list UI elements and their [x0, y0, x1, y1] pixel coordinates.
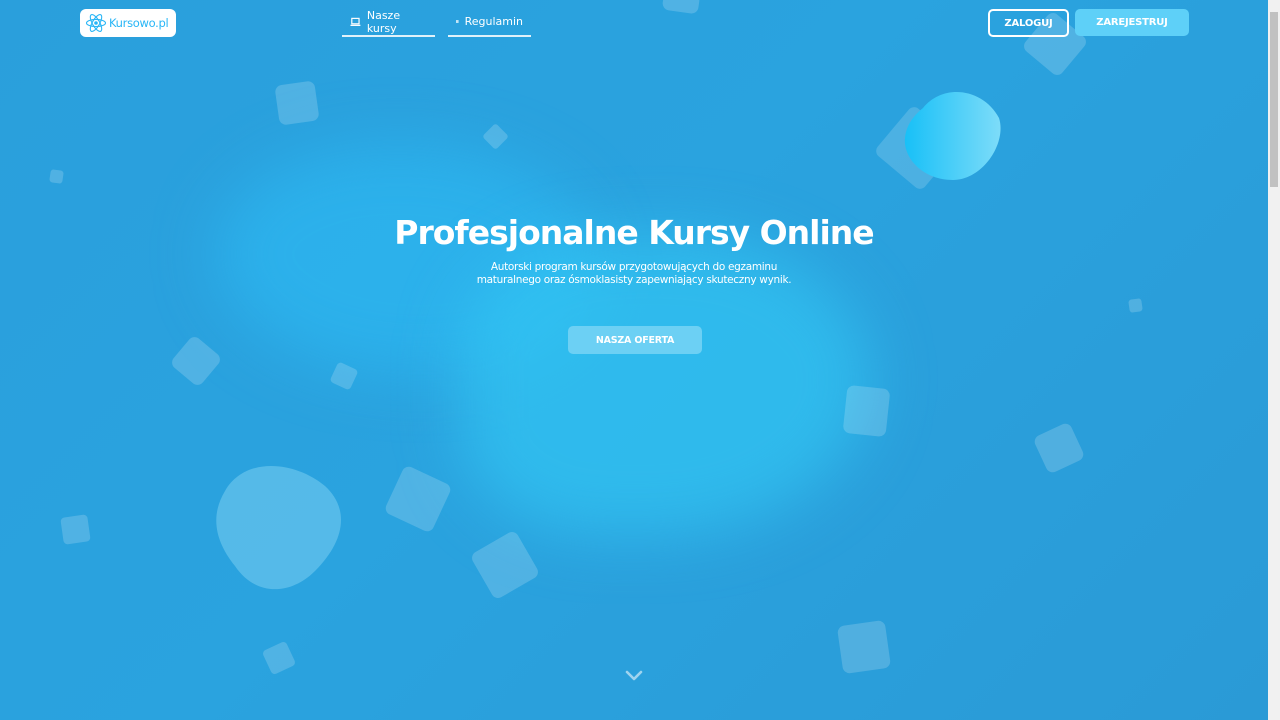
hero-title: Profesjonalne Kursy Online — [394, 213, 874, 252]
chevron-down-icon[interactable] — [624, 668, 644, 684]
nav-link-courses[interactable]: Nasze kursy — [342, 8, 435, 37]
login-button[interactable]: ZALOGUJ — [988, 9, 1069, 37]
decorative-square — [1032, 421, 1086, 475]
decorative-blob — [904, 91, 1001, 180]
page-scrollbar[interactable] — [1268, 0, 1280, 720]
decorative-square — [60, 514, 91, 545]
hero-subtitle-line: maturalnego oraz ósmoklasisty zapewniają… — [476, 274, 792, 286]
decorative-square — [1128, 298, 1143, 313]
decorative-square — [842, 384, 891, 438]
decorative-square — [836, 619, 892, 675]
decorative-square — [169, 334, 223, 388]
nav-link-label: Nasze kursy — [366, 8, 401, 35]
nav-link-terms[interactable]: Regulamin — [448, 12, 531, 37]
laptop-icon — [350, 17, 361, 26]
decorative-square — [261, 640, 297, 676]
decorative-blob — [216, 466, 342, 590]
nav-link-label: Regulamin — [464, 15, 523, 28]
atom-icon — [85, 14, 107, 32]
decorative-square — [482, 123, 509, 150]
page-viewport: Kursowo.pl Nasze kursy Regulamin ZALOGUJ… — [0, 0, 1268, 720]
hero-subtitle: Autorski program kursów przygotowujących… — [434, 261, 834, 287]
scrollbar-thumb[interactable] — [1270, 12, 1278, 187]
decorative-square — [49, 169, 64, 184]
register-button[interactable]: ZAREJESTRUJ — [1075, 9, 1189, 36]
hero-subtitle-line: Autorski program kursów przygotowujących… — [490, 261, 778, 273]
decorative-square — [383, 464, 453, 534]
decorative-square — [661, 0, 701, 15]
offer-button[interactable]: NASZA OFERTA — [568, 326, 702, 354]
document-icon — [456, 20, 459, 23]
brand-name: Kursowo.pl — [109, 16, 169, 30]
decorative-square — [274, 80, 320, 126]
decorative-square — [469, 529, 541, 601]
brand-logo[interactable]: Kursowo.pl — [80, 9, 176, 37]
